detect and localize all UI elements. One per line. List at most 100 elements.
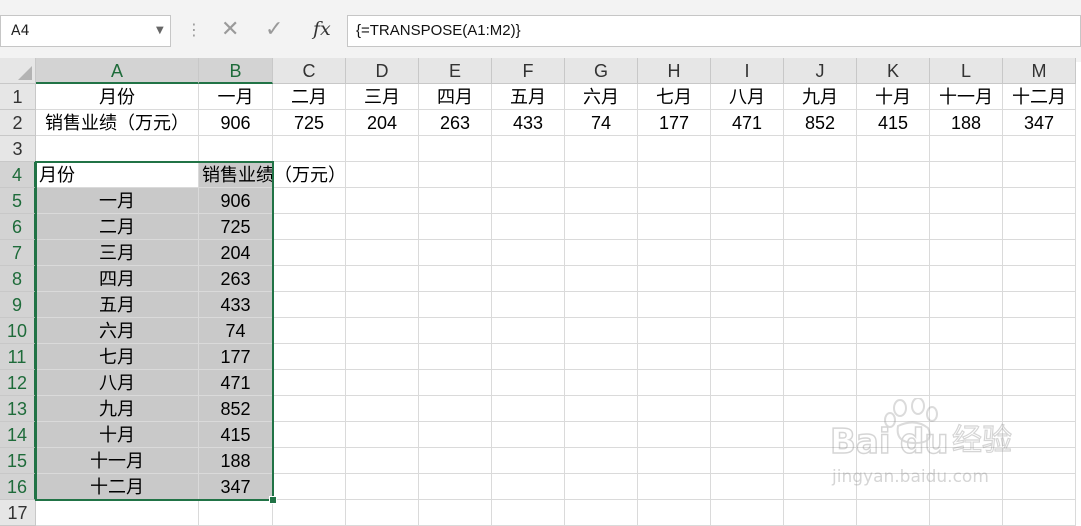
cell-m2[interactable]: 347 — [1003, 110, 1076, 136]
cell-g2[interactable]: 74 — [565, 110, 638, 136]
cell-d15[interactable] — [346, 448, 419, 474]
cell-m6[interactable] — [1003, 214, 1076, 240]
column-header-b[interactable]: B — [199, 58, 273, 84]
cell-c4[interactable] — [273, 162, 346, 188]
cell-i16[interactable] — [711, 474, 784, 500]
cell-f17[interactable] — [492, 500, 565, 526]
column-header-m[interactable]: M — [1003, 58, 1076, 84]
cell-b11[interactable]: 177 — [199, 344, 273, 370]
select-all-corner[interactable] — [0, 58, 36, 84]
cell-i13[interactable] — [711, 396, 784, 422]
row-header-1[interactable]: 1 — [0, 84, 36, 110]
cell-f2[interactable]: 433 — [492, 110, 565, 136]
cell-i12[interactable] — [711, 370, 784, 396]
cell-a4[interactable]: 月份 — [36, 162, 199, 188]
cell-g3[interactable] — [565, 136, 638, 162]
cell-d10[interactable] — [346, 318, 419, 344]
cell-e14[interactable] — [419, 422, 492, 448]
cell-e6[interactable] — [419, 214, 492, 240]
cell-c11[interactable] — [273, 344, 346, 370]
cell-j6[interactable] — [784, 214, 857, 240]
cell-d11[interactable] — [346, 344, 419, 370]
cell-i10[interactable] — [711, 318, 784, 344]
cell-k4[interactable] — [857, 162, 930, 188]
cell-j5[interactable] — [784, 188, 857, 214]
cell-m5[interactable] — [1003, 188, 1076, 214]
cell-k3[interactable] — [857, 136, 930, 162]
cell-k10[interactable] — [857, 318, 930, 344]
cell-c15[interactable] — [273, 448, 346, 474]
cell-f14[interactable] — [492, 422, 565, 448]
cell-a10[interactable]: 六月 — [36, 318, 199, 344]
cell-i6[interactable] — [711, 214, 784, 240]
cell-f15[interactable] — [492, 448, 565, 474]
cell-l11[interactable] — [930, 344, 1003, 370]
cell-f6[interactable] — [492, 214, 565, 240]
cell-c12[interactable] — [273, 370, 346, 396]
column-header-i[interactable]: I — [711, 58, 784, 84]
cell-f12[interactable] — [492, 370, 565, 396]
cell-a11[interactable]: 七月 — [36, 344, 199, 370]
row-header-12[interactable]: 12 — [0, 370, 36, 396]
cell-l17[interactable] — [930, 500, 1003, 526]
cell-h5[interactable] — [638, 188, 711, 214]
cell-f7[interactable] — [492, 240, 565, 266]
cell-d12[interactable] — [346, 370, 419, 396]
cell-a16[interactable]: 十二月 — [36, 474, 199, 500]
cell-d5[interactable] — [346, 188, 419, 214]
formula-input[interactable]: {=TRANSPOSE(A1:M2)} — [347, 15, 1081, 47]
cell-g17[interactable] — [565, 500, 638, 526]
cell-f13[interactable] — [492, 396, 565, 422]
cell-l1[interactable]: 十一月 — [930, 84, 1003, 110]
cell-a17[interactable] — [36, 500, 199, 526]
row-header-16[interactable]: 16 — [0, 474, 36, 500]
cell-h10[interactable] — [638, 318, 711, 344]
cell-c13[interactable] — [273, 396, 346, 422]
cell-b6[interactable]: 725 — [199, 214, 273, 240]
cell-e8[interactable] — [419, 266, 492, 292]
cell-h13[interactable] — [638, 396, 711, 422]
cell-g14[interactable] — [565, 422, 638, 448]
cell-d6[interactable] — [346, 214, 419, 240]
cell-c3[interactable] — [273, 136, 346, 162]
cell-h6[interactable] — [638, 214, 711, 240]
cell-a2[interactable]: 销售业绩（万元） — [36, 110, 199, 136]
cell-i11[interactable] — [711, 344, 784, 370]
cell-e15[interactable] — [419, 448, 492, 474]
cell-c5[interactable] — [273, 188, 346, 214]
cell-j1[interactable]: 九月 — [784, 84, 857, 110]
cell-g5[interactable] — [565, 188, 638, 214]
cell-k2[interactable]: 415 — [857, 110, 930, 136]
cell-h14[interactable] — [638, 422, 711, 448]
cell-j8[interactable] — [784, 266, 857, 292]
cell-l8[interactable] — [930, 266, 1003, 292]
cell-j17[interactable] — [784, 500, 857, 526]
cell-l10[interactable] — [930, 318, 1003, 344]
cell-a7[interactable]: 三月 — [36, 240, 199, 266]
column-header-l[interactable]: L — [930, 58, 1003, 84]
cell-a12[interactable]: 八月 — [36, 370, 199, 396]
cell-e13[interactable] — [419, 396, 492, 422]
cell-f10[interactable] — [492, 318, 565, 344]
cell-h3[interactable] — [638, 136, 711, 162]
cell-a3[interactable] — [36, 136, 199, 162]
cell-k1[interactable]: 十月 — [857, 84, 930, 110]
cell-b12[interactable]: 471 — [199, 370, 273, 396]
cell-f8[interactable] — [492, 266, 565, 292]
row-header-5[interactable]: 5 — [0, 188, 36, 214]
cell-j11[interactable] — [784, 344, 857, 370]
cell-m17[interactable] — [1003, 500, 1076, 526]
cell-e17[interactable] — [419, 500, 492, 526]
cell-m7[interactable] — [1003, 240, 1076, 266]
name-box[interactable]: A4 ▼ — [0, 15, 171, 47]
row-header-7[interactable]: 7 — [0, 240, 36, 266]
column-header-g[interactable]: G — [565, 58, 638, 84]
cell-k6[interactable] — [857, 214, 930, 240]
cell-m3[interactable] — [1003, 136, 1076, 162]
cell-j2[interactable]: 852 — [784, 110, 857, 136]
cell-g7[interactable] — [565, 240, 638, 266]
cell-h15[interactable] — [638, 448, 711, 474]
cell-b15[interactable]: 188 — [199, 448, 273, 474]
insert-function-icon[interactable]: fx — [313, 18, 331, 40]
cell-d14[interactable] — [346, 422, 419, 448]
